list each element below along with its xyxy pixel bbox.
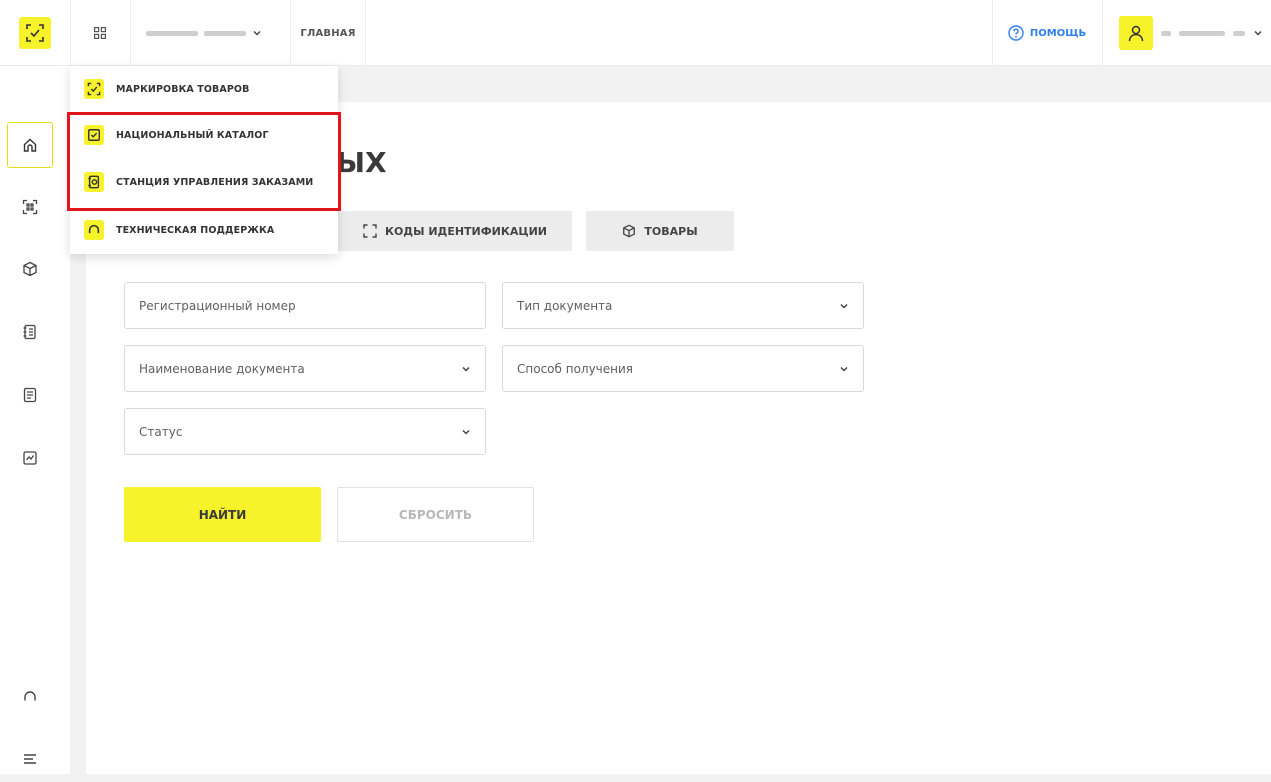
help-label: ПОМОЩЬ — [1029, 27, 1087, 39]
org-name-redacted — [204, 30, 246, 36]
status-placeholder: Статус — [139, 424, 183, 439]
receive-method-select[interactable]: Способ получения — [502, 345, 864, 392]
tab-products[interactable]: ТОВАРЫ — [586, 211, 734, 251]
menu-item-label: НАЦИОНАЛЬНЫЙ КАТАЛОГ — [116, 129, 269, 141]
divider — [365, 0, 366, 66]
user-avatar-icon — [1119, 16, 1153, 50]
catalog-check-icon — [84, 125, 104, 145]
chevron-down-icon — [1254, 30, 1262, 36]
doc-name-placeholder: Наименование документа — [139, 361, 305, 376]
doc-type-select[interactable]: Тип документа — [502, 282, 864, 329]
status-select[interactable]: Статус — [124, 408, 486, 455]
sidebar-item-home[interactable] — [7, 122, 53, 168]
find-button[interactable]: НАЙТИ — [124, 487, 321, 542]
menu-item-label: ТЕХНИЧЕСКАЯ ПОДДЕРЖКА — [116, 224, 275, 236]
apps-grid-icon — [94, 27, 106, 39]
sidebar-item-support[interactable] — [7, 674, 53, 720]
chevron-down-icon — [462, 366, 470, 372]
tab-identification-codes[interactable]: КОДЫ ИДЕНТИФИКАЦИИ — [338, 211, 572, 251]
app-logo[interactable] — [0, 0, 70, 66]
headset-icon — [24, 691, 36, 701]
menu-item-tech-support[interactable]: ТЕХНИЧЕСКАЯ ПОДДЕРЖКА — [70, 207, 338, 253]
reg-number-field[interactable] — [124, 282, 486, 329]
headset-icon — [84, 220, 104, 240]
user-name-redacted — [1179, 30, 1225, 36]
org-selector[interactable] — [130, 0, 290, 66]
doc-type-placeholder: Тип документа — [517, 298, 613, 313]
marking-icon — [84, 79, 104, 99]
menu-item-label: МАРКИРОВКА ТОВАРОВ — [116, 83, 250, 95]
document-icon — [23, 387, 37, 403]
home-icon — [23, 138, 37, 152]
logo-icon — [19, 17, 51, 49]
tab-label: КОДЫ ИДЕНТИФИКАЦИИ — [384, 224, 548, 238]
reset-button[interactable]: СБРОСИТЬ — [337, 487, 534, 542]
sidebar-item-documents[interactable] — [7, 372, 53, 418]
chevron-down-icon — [462, 429, 470, 435]
menu-item-order-station[interactable]: СТАНЦИЯ УПРАВЛЕНИЯ ЗАКАЗАМИ — [70, 159, 338, 205]
receive-method-placeholder: Способ получения — [517, 361, 634, 376]
menu-item-label: СТАНЦИЯ УПРАВЛЕНИЯ ЗАКАЗАМИ — [116, 176, 314, 188]
user-menu[interactable] — [1103, 0, 1271, 66]
chevron-down-icon — [840, 303, 848, 309]
sidebar-item-menu[interactable] — [7, 736, 53, 782]
menu-item-national-catalog[interactable]: НАЦИОНАЛЬНЫЙ КАТАЛОГ — [70, 112, 338, 158]
menu-icon — [24, 754, 36, 764]
sidebar-item-codes[interactable] — [7, 184, 53, 230]
chevron-down-icon — [253, 30, 261, 36]
doc-name-select[interactable]: Наименование документа — [124, 345, 486, 392]
sidebar-item-catalog[interactable] — [7, 309, 53, 355]
help-button[interactable]: ПОМОЩЬ — [992, 0, 1102, 66]
order-station-icon — [84, 172, 104, 192]
app-switcher-menu: МАРКИРОВКА ТОВАРОВ НАЦИОНАЛЬНЫЙ КАТАЛОГ … — [70, 66, 338, 254]
user-name-redacted — [1233, 30, 1245, 36]
apps-grid-button[interactable] — [70, 0, 130, 66]
home-nav-link[interactable]: ГЛАВНАЯ — [291, 0, 365, 66]
user-name-redacted — [1161, 30, 1171, 36]
chevron-down-icon — [840, 366, 848, 372]
left-sidebar — [0, 66, 70, 774]
tab-label: ТОВАРЫ — [644, 224, 698, 238]
sidebar-item-products[interactable] — [7, 246, 53, 292]
scan-frame-icon — [363, 224, 377, 238]
top-bar: ГЛАВНАЯ ПОМОЩЬ — [0, 0, 1271, 66]
help-circle-icon — [1008, 25, 1024, 41]
org-name-redacted — [146, 30, 198, 36]
page-title: ЫХ — [336, 146, 387, 179]
box-icon — [23, 261, 37, 277]
list-doc-icon — [23, 324, 36, 340]
box-icon — [623, 224, 636, 238]
reg-number-input[interactable] — [139, 298, 471, 313]
chart-box-icon — [23, 451, 37, 465]
sidebar-item-analytics[interactable] — [7, 435, 53, 481]
menu-item-marking[interactable]: МАРКИРОВКА ТОВАРОВ — [70, 66, 338, 112]
scan-code-icon — [22, 199, 38, 215]
